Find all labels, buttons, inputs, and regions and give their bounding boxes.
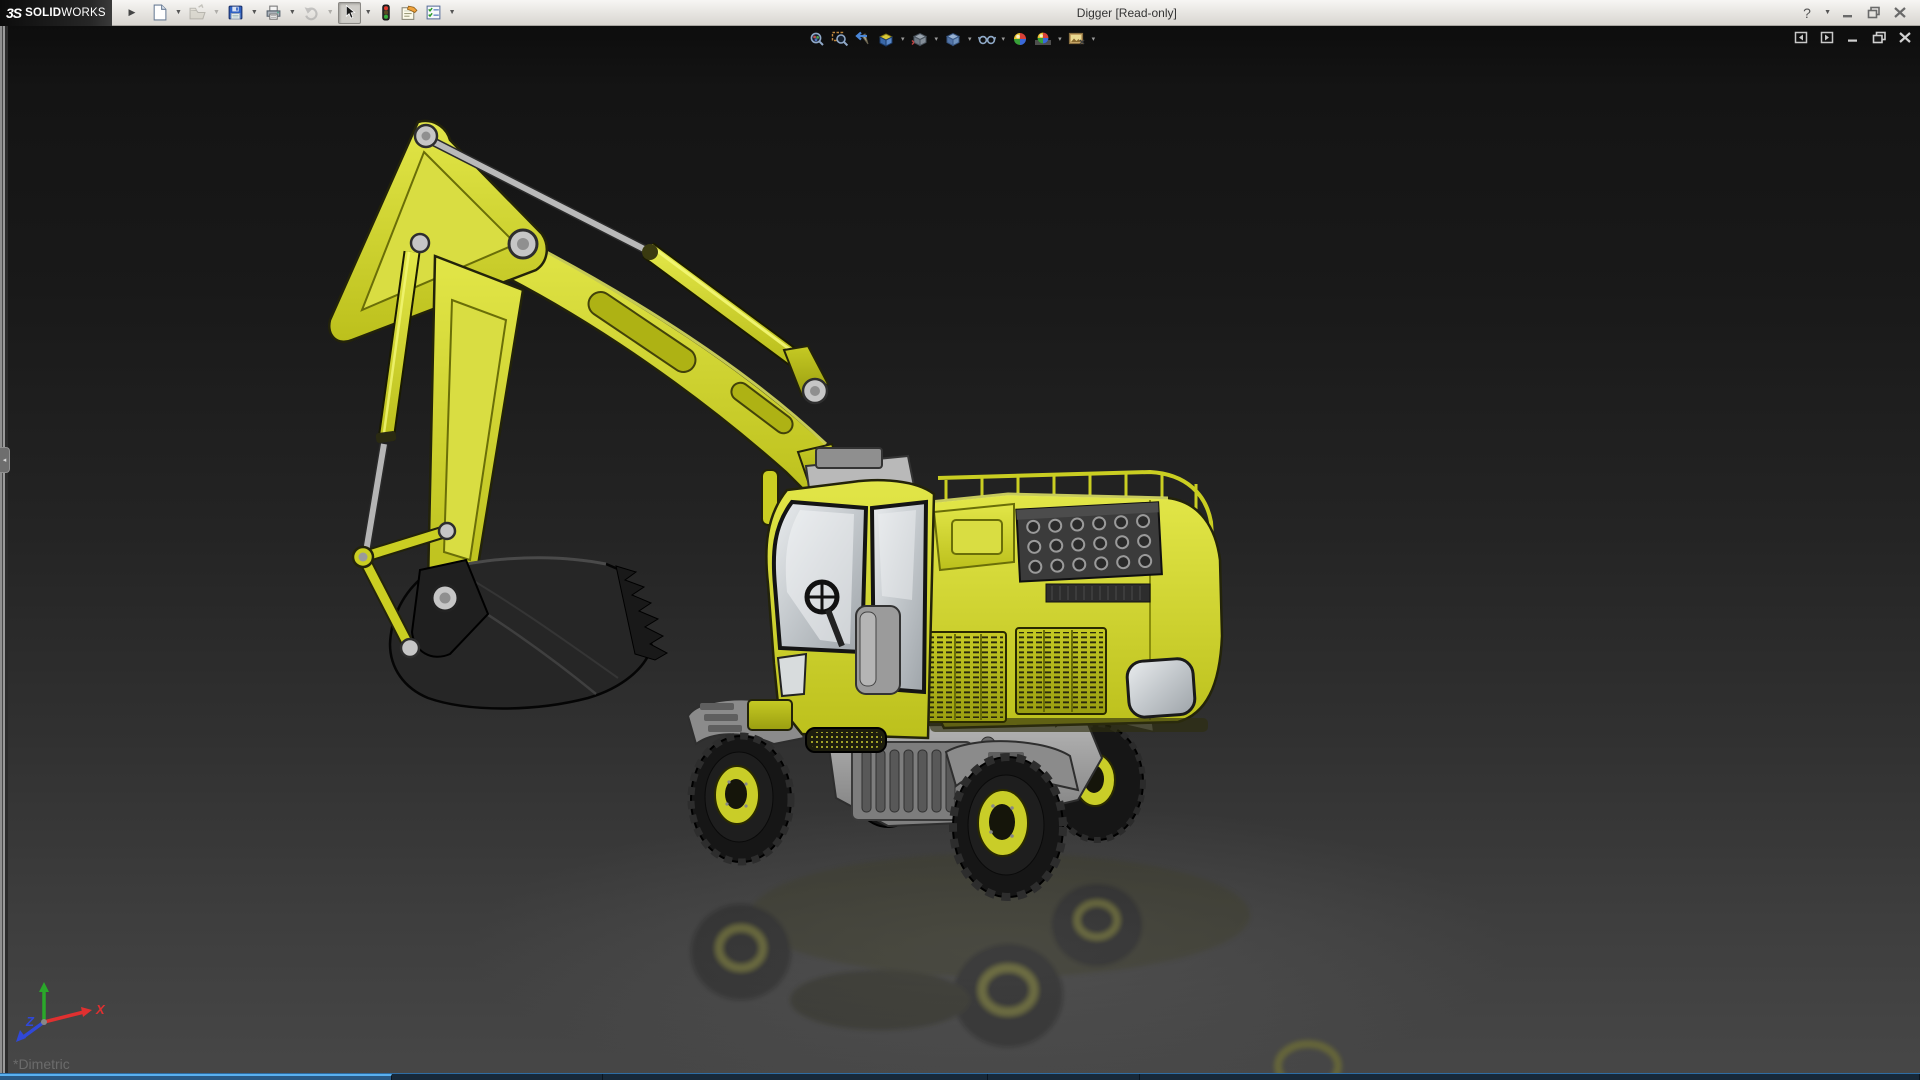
- new-document-dropdown[interactable]: ▼: [172, 9, 185, 16]
- feature-panel-splitter[interactable]: [0, 26, 8, 1080]
- options-checklist-button[interactable]: [422, 2, 445, 24]
- appearance-ball-icon: [1014, 33, 1027, 45]
- edit-appearance-button[interactable]: [1009, 29, 1031, 49]
- solidworks-logo: 3S SOLIDWORKS: [0, 0, 112, 26]
- view-orientation-button[interactable]: [909, 29, 931, 49]
- display-style-button[interactable]: [942, 29, 964, 49]
- save-button[interactable]: [224, 2, 247, 24]
- doc-close-icon[interactable]: [1896, 29, 1914, 45]
- save-dropdown[interactable]: ▼: [248, 9, 261, 16]
- display-style-icon: [945, 32, 961, 47]
- statusbar-segment: [603, 1074, 988, 1080]
- section-view-icon: [878, 33, 894, 47]
- undo-dropdown[interactable]: ▼: [324, 9, 337, 16]
- excavator-model: [327, 119, 1510, 1080]
- close-icon[interactable]: [1888, 3, 1912, 23]
- checklist-icon: [426, 5, 441, 20]
- statusbar-sliver[interactable]: [0, 1073, 1920, 1080]
- minimize-icon[interactable]: [1836, 3, 1860, 23]
- hide-show-items-button[interactable]: [976, 29, 998, 49]
- restore-icon[interactable]: [1862, 3, 1886, 23]
- undo-icon: [304, 7, 318, 21]
- document-window-controls: [1792, 29, 1914, 45]
- section-view-button[interactable]: [875, 29, 897, 49]
- toolbar-expand-icon[interactable]: ▶: [126, 3, 138, 23]
- title-bar: 3S SOLIDWORKS ▶ ▼ ▼ ▼ ▼ ▼ ▼ ▼ Digger [Re…: [0, 0, 1920, 26]
- front-left-wheel: [687, 732, 795, 866]
- cab: [747, 447, 936, 753]
- view-settings-icon: [1068, 32, 1085, 45]
- apply-scene-dropdown[interactable]: ▾: [1055, 35, 1065, 43]
- view-settings-dropdown[interactable]: ▾: [1089, 35, 1099, 43]
- engine-grilles: [902, 627, 1107, 723]
- triad-x-label: X: [95, 1002, 106, 1017]
- eyeglasses-icon: [977, 35, 996, 45]
- section-view-dropdown[interactable]: ▾: [898, 35, 908, 43]
- view-settings-button[interactable]: [1066, 29, 1088, 49]
- feature-panel-expand-tab[interactable]: ◂: [0, 447, 10, 473]
- headsup-view-toolbar: ▾ ▾ ▾ ▾ ▾ ▾: [806, 29, 1098, 49]
- pane-expand-left-icon[interactable]: [1792, 29, 1810, 45]
- orientation-triad: X Z: [16, 982, 106, 1042]
- new-document-button[interactable]: [148, 2, 171, 24]
- open-document-button[interactable]: [186, 2, 209, 24]
- view-orientation-status: *Dimetric: [13, 1056, 70, 1072]
- view-orientation-icon: [911, 32, 927, 47]
- save-icon: [228, 5, 243, 20]
- previous-view-button[interactable]: [852, 29, 874, 49]
- display-style-dropdown[interactable]: ▾: [965, 35, 975, 43]
- front-right-wheel: [949, 753, 1067, 901]
- zoom-to-area-icon: [831, 31, 849, 47]
- undo-button[interactable]: [300, 2, 323, 24]
- note-hand-icon: [401, 5, 418, 20]
- traffic-light-icon: [381, 4, 390, 21]
- brand-name-light: WORKS: [61, 6, 106, 19]
- statusbar-segment: [0, 1074, 392, 1080]
- open-document-dropdown[interactable]: ▼: [210, 9, 223, 16]
- solidworks-app-window: 3S SOLIDWORKS ▶ ▼ ▼ ▼ ▼ ▼ ▼ ▼ Digger [Re…: [0, 0, 1920, 1080]
- apply-scene-icon: [1035, 32, 1052, 45]
- new-document-icon: [153, 4, 167, 21]
- bucket: [388, 556, 669, 710]
- graphics-viewport[interactable]: ▾ ▾ ▾ ▾ ▾ ▾ ◂ X Z *Dimetric: [0, 26, 1920, 1080]
- statusbar-segment: [1140, 1074, 1920, 1080]
- print-dropdown[interactable]: ▼: [286, 9, 299, 16]
- doc-restore-icon[interactable]: [1870, 29, 1888, 45]
- machine-body: [902, 469, 1224, 732]
- statusbar-segment: [392, 1074, 603, 1080]
- print-icon: [266, 5, 281, 20]
- select-tool-button[interactable]: [337, 1, 361, 24]
- help-dropdown[interactable]: ▼: [1821, 9, 1834, 16]
- zoom-to-fit-icon: [810, 32, 824, 46]
- zoom-to-area-button[interactable]: [829, 29, 851, 49]
- brand-logo-mark: 3S: [6, 4, 22, 21]
- standard-toolbar: ▼ ▼ ▼ ▼ ▼ ▼ ▼: [148, 1, 459, 24]
- zoom-to-fit-button[interactable]: [806, 29, 828, 49]
- options-dropdown[interactable]: ▼: [446, 9, 459, 16]
- statusbar-segment: [988, 1074, 1140, 1080]
- previous-view-icon: [855, 31, 869, 45]
- apply-scene-button[interactable]: [1032, 29, 1054, 49]
- triad-z-label: Z: [25, 1014, 35, 1029]
- engine-block: [1015, 501, 1163, 583]
- view-orientation-dropdown[interactable]: ▾: [932, 35, 942, 43]
- doc-minimize-icon[interactable]: [1844, 29, 1862, 45]
- titlebar-controls: ? ▼: [1795, 3, 1920, 23]
- help-icon[interactable]: ?: [1795, 3, 1819, 23]
- open-document-icon: [189, 4, 206, 20]
- pane-expand-right-icon[interactable]: [1818, 29, 1836, 45]
- select-tool-dropdown[interactable]: ▼: [362, 9, 375, 16]
- select-cursor-icon: [345, 4, 356, 19]
- document-title: Digger [Read-only]: [1076, 5, 1177, 20]
- edit-annotation-button[interactable]: [397, 2, 421, 24]
- print-button[interactable]: [262, 2, 285, 24]
- hide-show-items-dropdown[interactable]: ▾: [999, 35, 1009, 43]
- brand-name-bold: SOLID: [25, 6, 62, 19]
- interference-check-button[interactable]: [376, 2, 396, 24]
